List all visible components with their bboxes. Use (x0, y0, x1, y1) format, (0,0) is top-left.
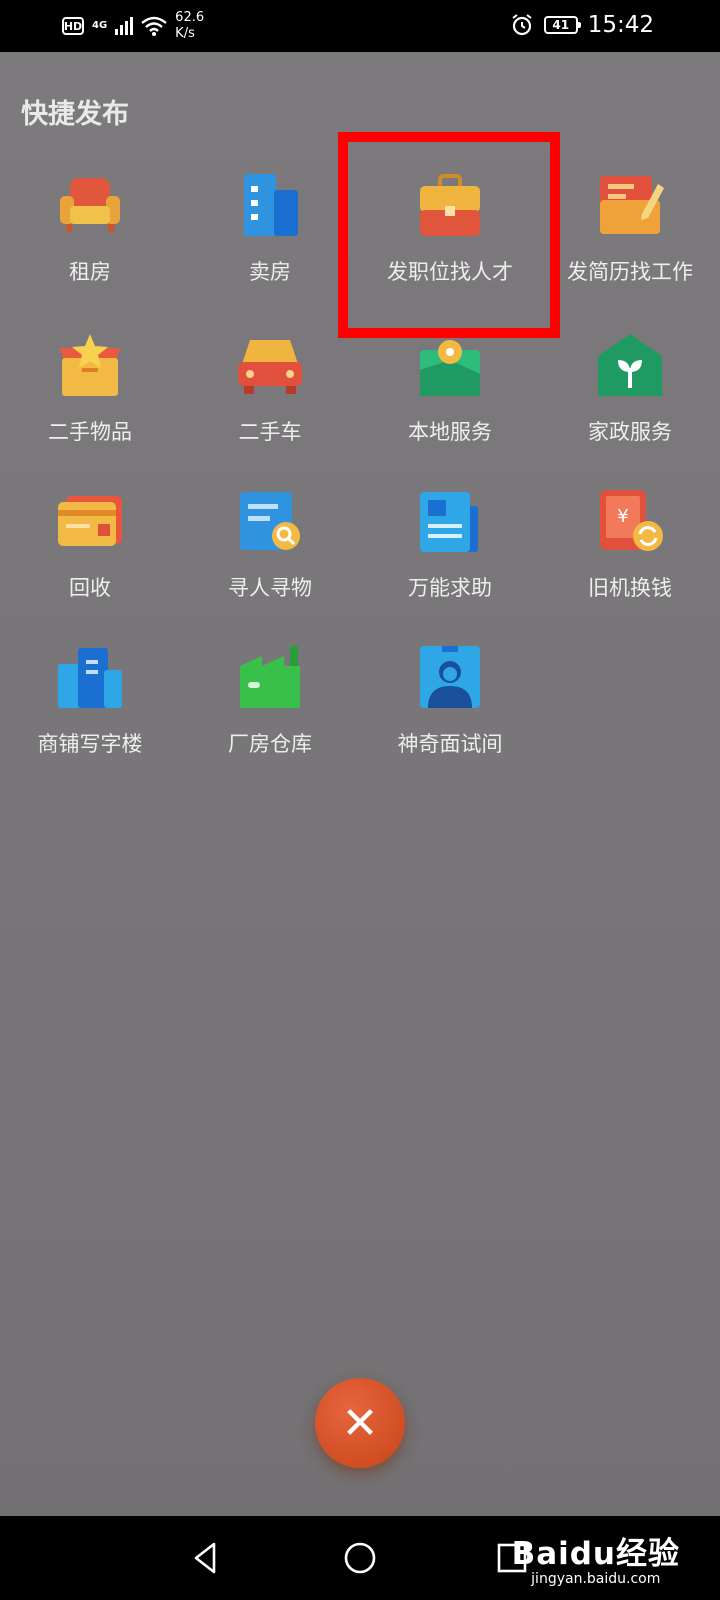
svg-text:¥: ¥ (617, 506, 628, 527)
item-used-car[interactable]: 二手车 (180, 330, 360, 470)
clock: 15:42 (587, 12, 654, 38)
house-sprout-icon (598, 334, 662, 396)
item-local-service[interactable]: 本地服务 (360, 330, 540, 470)
item-label: 本地服务 (408, 420, 492, 444)
search-document-icon (240, 492, 300, 550)
item-label: 二手物品 (48, 420, 132, 444)
item-rent[interactable]: 租房 (0, 170, 180, 310)
signal-icon (115, 17, 134, 35)
item-label: 回收 (69, 576, 111, 600)
home-icon[interactable] (338, 1536, 382, 1580)
item-label: 家政服务 (588, 420, 672, 444)
item-label: 二手车 (238, 420, 302, 444)
back-icon[interactable] (184, 1536, 228, 1580)
battery-icon: 41 (543, 16, 581, 34)
item-help[interactable]: 万能求助 (360, 486, 540, 626)
item-label: 寻人寻物 (228, 576, 312, 600)
phone-exchange-icon: ¥ (600, 490, 663, 551)
item-interview-room[interactable]: 神奇面试间 (360, 642, 540, 782)
factory-icon (240, 646, 300, 708)
item-trade-in-phone[interactable]: ¥ 旧机换钱 (540, 486, 720, 626)
item-post-resume[interactable]: 发简历找工作 (540, 170, 720, 310)
wifi-icon (141, 16, 167, 36)
car-icon (238, 340, 302, 394)
item-label: 神奇面试间 (397, 732, 503, 756)
resume-pencil-icon (600, 176, 664, 234)
item-recycle[interactable]: 回收 (0, 486, 180, 626)
highlight-box (338, 132, 560, 338)
network-type: 4G (92, 20, 108, 31)
page-title: 快捷发布 (21, 99, 129, 130)
item-factory-warehouse[interactable]: 厂房仓库 (180, 642, 360, 782)
status-bar: HD 4G 62.6 K/s 41 15:42 (0, 0, 720, 52)
box-star-icon (60, 334, 120, 396)
item-sell-house[interactable]: 卖房 (180, 170, 360, 310)
quick-publish-panel: 快捷发布 租房 卖房 发职位找人才 发简历找工作 二手物品 二手车 本地服务 家… (0, 52, 720, 1516)
watermark-logo: Baidu经验 jingyan.baidu.com (511, 1536, 680, 1587)
office-building-icon (58, 648, 122, 708)
hd-icon: HD (62, 17, 84, 35)
item-label: 旧机换钱 (588, 576, 672, 600)
item-label: 厂房仓库 (228, 732, 312, 756)
item-secondhand-goods[interactable]: 二手物品 (0, 330, 180, 470)
navigation-bar: Baidu经验 jingyan.baidu.com (0, 1516, 720, 1600)
item-label: 万能求助 (408, 576, 492, 600)
close-icon: ✕ (341, 1397, 379, 1449)
item-lost-found[interactable]: 寻人寻物 (180, 486, 360, 626)
item-label: 商铺写字楼 (37, 732, 143, 756)
location-map-icon (420, 340, 480, 396)
close-button[interactable]: ✕ (315, 1378, 405, 1468)
interviewer-icon (420, 646, 480, 708)
document-icon (420, 492, 478, 552)
armchair-icon (60, 178, 120, 232)
item-housekeeping[interactable]: 家政服务 (540, 330, 720, 470)
alarm-icon (512, 14, 532, 36)
network-speed: 62.6 K/s (175, 10, 205, 41)
item-label: 租房 (69, 260, 111, 284)
buildings-icon (244, 174, 298, 236)
card-icon (58, 496, 122, 546)
item-shop-office[interactable]: 商铺写字楼 (0, 642, 180, 782)
